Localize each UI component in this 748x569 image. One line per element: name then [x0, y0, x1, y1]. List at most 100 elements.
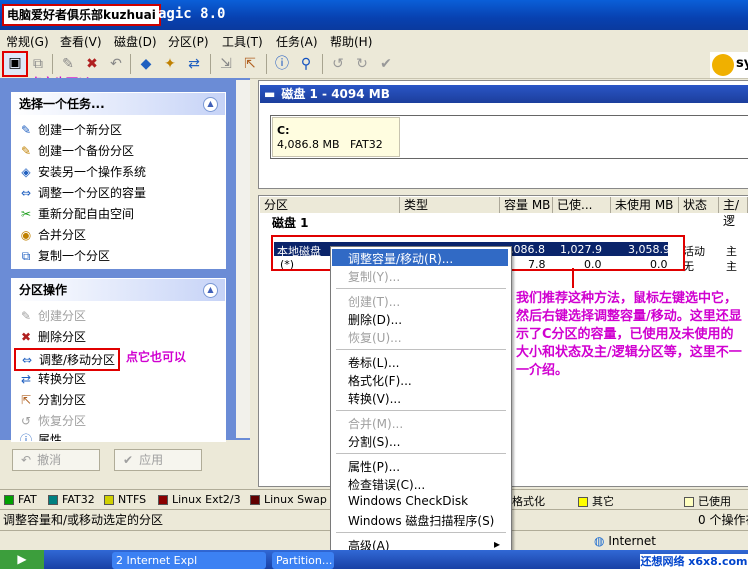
legend-swatch [158, 495, 168, 505]
menu-partition[interactable]: 分区(P) [168, 33, 209, 50]
create-icon: ✎ [20, 309, 32, 323]
op-convert-partition[interactable]: ⇄ 转换分区 [18, 370, 86, 387]
collapse-icon[interactable]: ▲ [203, 97, 218, 112]
task-section-header[interactable]: 选择一个任务... ▲ [12, 93, 225, 115]
op-recover-partition[interactable]: ↺ 恢复分区 [18, 412, 86, 429]
context-menu-item[interactable]: 分割(S)... [348, 433, 400, 450]
menu-tasks[interactable]: 任务(A) [276, 33, 318, 50]
menu-view[interactable]: 查看(V) [60, 33, 102, 50]
task-redistribute-space[interactable]: ✂ 重新分配自由空间 [18, 205, 134, 222]
context-menu-item[interactable]: 卷标(L)... [348, 354, 400, 371]
create-partition-icon: ✎ [20, 123, 32, 137]
legend-formatted: 格式化 [512, 495, 545, 508]
col-used[interactable]: 已使... [553, 197, 611, 213]
split-icon: ⇱ [20, 393, 32, 407]
backup-icon: ✎ [20, 144, 32, 158]
redo-tool-button[interactable]: ↻ [352, 54, 372, 74]
context-menu-item[interactable]: 属性(P)... [348, 458, 400, 475]
resize-move-icon: ⇔ [21, 353, 33, 367]
context-menu-separator [336, 453, 506, 454]
copy-tool-button[interactable]: ⧉ [28, 54, 48, 74]
globe-icon: ◍ [594, 534, 605, 548]
delete-icon: ✖ [20, 330, 32, 344]
task-resize-partition[interactable]: ⇔ 调整一个分区的容量 [18, 184, 146, 201]
op-delete-partition[interactable]: ✖ 删除分区 [18, 328, 86, 345]
partition-ops-header[interactable]: 分区操作 ▲ [12, 279, 225, 301]
op-resize-move-partition[interactable]: ⇔ 调整/移动分区 [14, 348, 121, 371]
undo2-icon: ↺ [332, 56, 344, 72]
context-menu-item[interactable]: 检查错误(C)... [348, 476, 425, 493]
col-size[interactable]: 容量 MB [500, 197, 553, 213]
redistribute-icon: ✂ [20, 207, 32, 221]
col-primary[interactable]: 主/逻 [719, 197, 748, 228]
search-tool-button[interactable]: ⚲ [296, 54, 316, 74]
disk-icon: ▬ [264, 87, 276, 101]
undo-button[interactable]: ↶ 撤消 [12, 449, 100, 471]
context-menu-item[interactable]: 复制(Y)... [348, 268, 400, 285]
context-menu-item[interactable]: 合并(M)... [348, 415, 403, 432]
merge-tool-button[interactable]: ⇲ [216, 54, 236, 74]
install-os-icon: ◈ [21, 165, 31, 179]
task-copy-partition[interactable]: ⧉ 复制一个分区 [18, 247, 110, 264]
context-menu-item[interactable]: 删除(D)... [348, 311, 402, 328]
op-split-partition[interactable]: ⇱ 分割分区 [18, 391, 86, 408]
col-type[interactable]: 类型 [400, 197, 500, 213]
context-menu-item[interactable]: 调整容量/移动(R)... [348, 250, 453, 267]
menu-general[interactable]: 常规(G) [6, 33, 49, 50]
undo-tool-button[interactable]: ↶ [106, 54, 126, 74]
window-title: agic 8.0 [158, 6, 226, 22]
task-create-backup[interactable]: ✎ 创建一个备份分区 [18, 142, 134, 159]
zone-indicator: ◍ Internet [594, 534, 656, 548]
context-menu-separator [336, 288, 506, 289]
context-menu-item[interactable]: Windows 磁盘扫描程序(S) [348, 512, 494, 529]
partition-block-name: C: [277, 124, 290, 137]
task-create-partition[interactable]: ✎ 创建一个新分区 [18, 121, 122, 138]
redo-icon: ↻ [356, 56, 368, 72]
task-panel-scrollbar[interactable] [236, 80, 250, 438]
context-menu-item[interactable]: 格式化(F)... [348, 372, 412, 389]
format-tool-button[interactable]: ✦ [160, 54, 180, 74]
resize-move-tool-button[interactable]: ▣ [2, 51, 28, 77]
label-tool-button[interactable]: ◆ [136, 54, 156, 74]
delete-tool-button[interactable]: ✖ [82, 54, 102, 74]
task-merge-partitions[interactable]: ◉ 合并分区 [18, 226, 86, 243]
collapse-icon[interactable]: ▲ [203, 283, 218, 298]
start-button[interactable]: ▶ [0, 550, 44, 569]
menu-tools[interactable]: 工具(T) [222, 33, 263, 50]
apply-tool-button[interactable]: ✔ [376, 54, 396, 74]
apply-button[interactable]: ✔ 应用 [114, 449, 202, 471]
task-section: 选择一个任务... ▲ ✎ 创建一个新分区 ✎ 创建一个备份分区 ◈ 安装另一个操作系统… [11, 92, 226, 269]
partition-block-c[interactable]: C: 4,086.8 MB FAT32 [272, 117, 400, 157]
copy-partition-icon: ⧉ [21, 249, 31, 263]
menu-disk[interactable]: 磁盘(D) [114, 33, 157, 50]
row1-status: 活动 [683, 245, 705, 258]
create-tool-button[interactable]: ✎ [58, 54, 78, 74]
taskbar-ie[interactable]: 2 Internet Expl [112, 552, 266, 569]
context-menu-item[interactable]: 恢复(U)... [348, 329, 402, 346]
split-tool-button[interactable]: ⇱ [240, 54, 260, 74]
legend-swatch [104, 495, 114, 505]
annotation-pointer [572, 268, 574, 288]
undo2-tool-button[interactable]: ↺ [328, 54, 348, 74]
context-menu-item[interactable]: 创建(T)... [348, 293, 400, 310]
op-create-partition[interactable]: ✎ 创建分区 [18, 307, 86, 324]
task-install-os[interactable]: ◈ 安装另一个操作系统 [18, 163, 146, 180]
col-status[interactable]: 状态 [679, 197, 719, 213]
convert-icon: ⇄ [20, 372, 32, 386]
col-partition[interactable]: 分区 [260, 197, 400, 213]
legend-linux-swap: Linux Swap [250, 493, 327, 506]
context-menu-item[interactable]: 转换(V)... [348, 390, 401, 407]
op-properties[interactable]: ⓘ 属性 [18, 431, 62, 441]
toolbar: ▣ ⧉ ✎ ✖ ↶ ◆ ✦ ⇄ ⇲ ⇱ ⓘ ⚲ ↺ ↻ ✔ [0, 50, 748, 79]
legend-fat: FAT [4, 493, 37, 506]
context-menu-item[interactable]: Windows CheckDisk [348, 494, 468, 508]
col-unused[interactable]: 未使用 MB [611, 197, 679, 213]
menu-help[interactable]: 帮助(H) [330, 33, 372, 50]
undo-icon: ↶ [21, 453, 32, 467]
convert-tool-button[interactable]: ⇄ [184, 54, 204, 74]
info-tool-button[interactable]: ⓘ [272, 54, 292, 74]
split-icon: ⇱ [244, 56, 256, 72]
taskbar-partition[interactable]: Partition... [272, 552, 334, 569]
context-menu-separator [336, 410, 506, 411]
create-icon: ✎ [62, 56, 74, 72]
